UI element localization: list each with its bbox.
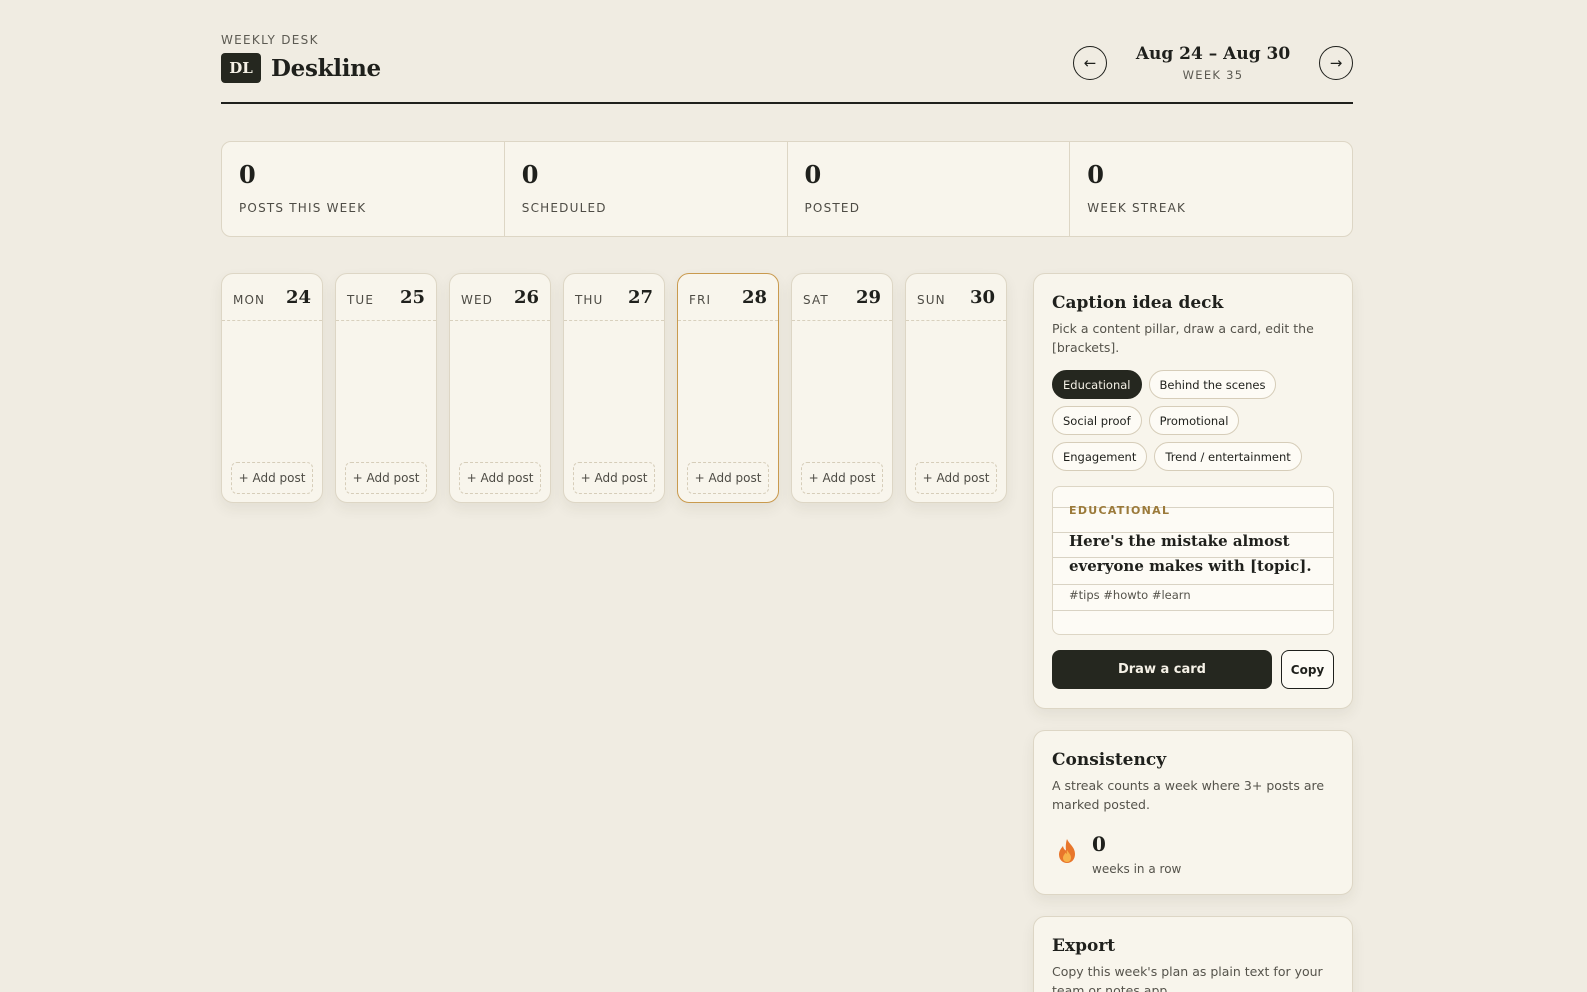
pillar-picker: Educational Behind the scenes Social pro… <box>1052 370 1334 471</box>
add-post-button[interactable]: + Add post <box>801 462 883 494</box>
stat-label: WEEK STREAK <box>1087 201 1187 215</box>
pillar-social-proof[interactable]: Social proof <box>1052 406 1142 435</box>
brand: DL Deskline <box>221 53 381 83</box>
add-post-button[interactable]: + Add post <box>345 462 427 494</box>
pillar-trend-entertainment[interactable]: Trend / entertainment <box>1154 442 1302 471</box>
idea-card[interactable]: EDUCATIONAL Here's the mistake almost ev… <box>1052 486 1334 635</box>
day-name: THU <box>575 293 604 307</box>
add-post-button[interactable]: + Add post <box>687 462 769 494</box>
deck-title: Caption idea deck <box>1052 293 1224 313</box>
day-column-thu: THU 27 + Add post <box>563 273 665 503</box>
pillar-educational[interactable]: Educational <box>1052 370 1142 399</box>
stat-posts-this-week: 0 POSTS THIS WEEK <box>222 142 505 236</box>
day-date: 30 <box>969 286 995 308</box>
day-name: FRI <box>689 293 712 307</box>
idea-card-text: Here's the mistake almost everyone makes… <box>1069 532 1312 575</box>
stat-value: 0 <box>239 160 256 189</box>
week-navigator: ← Aug 24 – Aug 30 WEEK 35 → <box>1073 44 1353 82</box>
stat-label: SCHEDULED <box>521 201 607 215</box>
streak-value: 0 <box>1092 832 1106 856</box>
streak-row: 0 weeks in a row <box>1052 832 1334 876</box>
streak-info: 0 weeks in a row <box>1082 832 1181 876</box>
prev-week-button[interactable]: ← <box>1073 46 1107 80</box>
stat-value: 0 <box>804 160 822 189</box>
day-name: WED <box>461 293 493 307</box>
week-range: Aug 24 – Aug 30 <box>1135 44 1291 64</box>
consistency-subtitle: A streak counts a week where 3+ posts ar… <box>1052 778 1325 812</box>
day-name: SUN <box>917 293 946 307</box>
day-column-tue: TUE 25 + Add post <box>335 273 437 503</box>
day-date: 24 <box>285 286 311 308</box>
draw-card-button[interactable]: Draw a card <box>1052 650 1272 689</box>
day-name: SAT <box>803 293 829 307</box>
day-name: TUE <box>347 293 374 307</box>
caption-idea-deck-card: Caption idea deck Pick a content pillar,… <box>1033 273 1353 709</box>
week-label: Aug 24 – Aug 30 WEEK 35 <box>1107 44 1319 82</box>
deck-subtitle: Pick a content pillar, draw a card, edit… <box>1052 321 1314 355</box>
stat-value: 0 <box>521 160 539 189</box>
export-card: Export Copy this week's plan as plain te… <box>1033 916 1353 992</box>
day-column-fri-today: FRI 28 + Add post <box>677 273 779 503</box>
day-date: 28 <box>741 286 767 308</box>
consistency-title: Consistency <box>1052 750 1167 770</box>
day-column-mon: MON 24 + Add post <box>221 273 323 503</box>
day-column-sat: SAT 29 + Add post <box>791 273 893 503</box>
consistency-card: Consistency A streak counts a week where… <box>1033 730 1353 895</box>
ruled-line <box>1053 584 1333 585</box>
ruled-line <box>1053 610 1333 611</box>
stats-bar: 0 POSTS THIS WEEK 0 SCHEDULED 0 POSTED 0… <box>221 141 1353 237</box>
day-date: 27 <box>627 286 653 308</box>
logo-badge: DL <box>221 53 261 83</box>
week-calendar: MON 24 + Add post TUE 25 + Add post WED … <box>221 273 1007 503</box>
day-name: MON <box>233 293 266 307</box>
export-subtitle: Copy this week's plan as plain text for … <box>1052 964 1323 992</box>
next-week-button[interactable]: → <box>1319 46 1353 80</box>
stat-scheduled: 0 SCHEDULED <box>505 142 788 236</box>
copy-button[interactable]: Copy <box>1281 650 1334 689</box>
idea-card-hashtags: #tips #howto #learn <box>1069 588 1191 602</box>
day-column-sun: SUN 30 + Add post <box>905 273 1007 503</box>
day-header: MON 24 <box>222 274 322 321</box>
day-header: SAT 29 <box>792 274 892 321</box>
day-header: FRI 28 <box>678 274 778 321</box>
stat-week-streak: 0 WEEK STREAK <box>1070 142 1352 236</box>
pillar-behind-the-scenes[interactable]: Behind the scenes <box>1148 370 1277 399</box>
day-date: 25 <box>399 286 425 308</box>
week-number: WEEK 35 <box>1182 68 1244 82</box>
page-header: WEEKLY DESK DL Deskline ← Aug 24 – Aug 3… <box>221 30 1353 104</box>
deck-actions: Draw a card Copy <box>1052 650 1334 689</box>
day-date: 29 <box>855 286 881 308</box>
day-header: THU 27 <box>564 274 664 321</box>
add-post-button[interactable]: + Add post <box>915 462 997 494</box>
stat-label: POSTS THIS WEEK <box>239 201 367 215</box>
app-title: Deskline <box>271 54 381 82</box>
export-title: Export <box>1052 936 1116 956</box>
stat-posted: 0 POSTED <box>788 142 1071 236</box>
add-post-button[interactable]: + Add post <box>573 462 655 494</box>
day-header: TUE 25 <box>336 274 436 321</box>
day-header: SUN 30 <box>906 274 1006 321</box>
day-header: WED 26 <box>450 274 550 321</box>
streak-label: weeks in a row <box>1092 862 1182 876</box>
idea-card-tag: EDUCATIONAL <box>1069 504 1171 517</box>
day-column-wed: WED 26 + Add post <box>449 273 551 503</box>
add-post-button[interactable]: + Add post <box>459 462 541 494</box>
day-date: 26 <box>513 286 539 308</box>
stat-value: 0 <box>1087 160 1104 189</box>
arrow-left-icon: ← <box>1083 54 1097 72</box>
stat-label: POSTED <box>804 201 861 215</box>
add-post-button[interactable]: + Add post <box>231 462 313 494</box>
pillar-promotional[interactable]: Promotional <box>1148 406 1240 435</box>
eyebrow-label: WEEKLY DESK <box>221 33 319 47</box>
pillar-engagement[interactable]: Engagement <box>1052 442 1148 471</box>
flame-icon <box>1059 839 1075 863</box>
arrow-right-icon: → <box>1329 54 1343 72</box>
